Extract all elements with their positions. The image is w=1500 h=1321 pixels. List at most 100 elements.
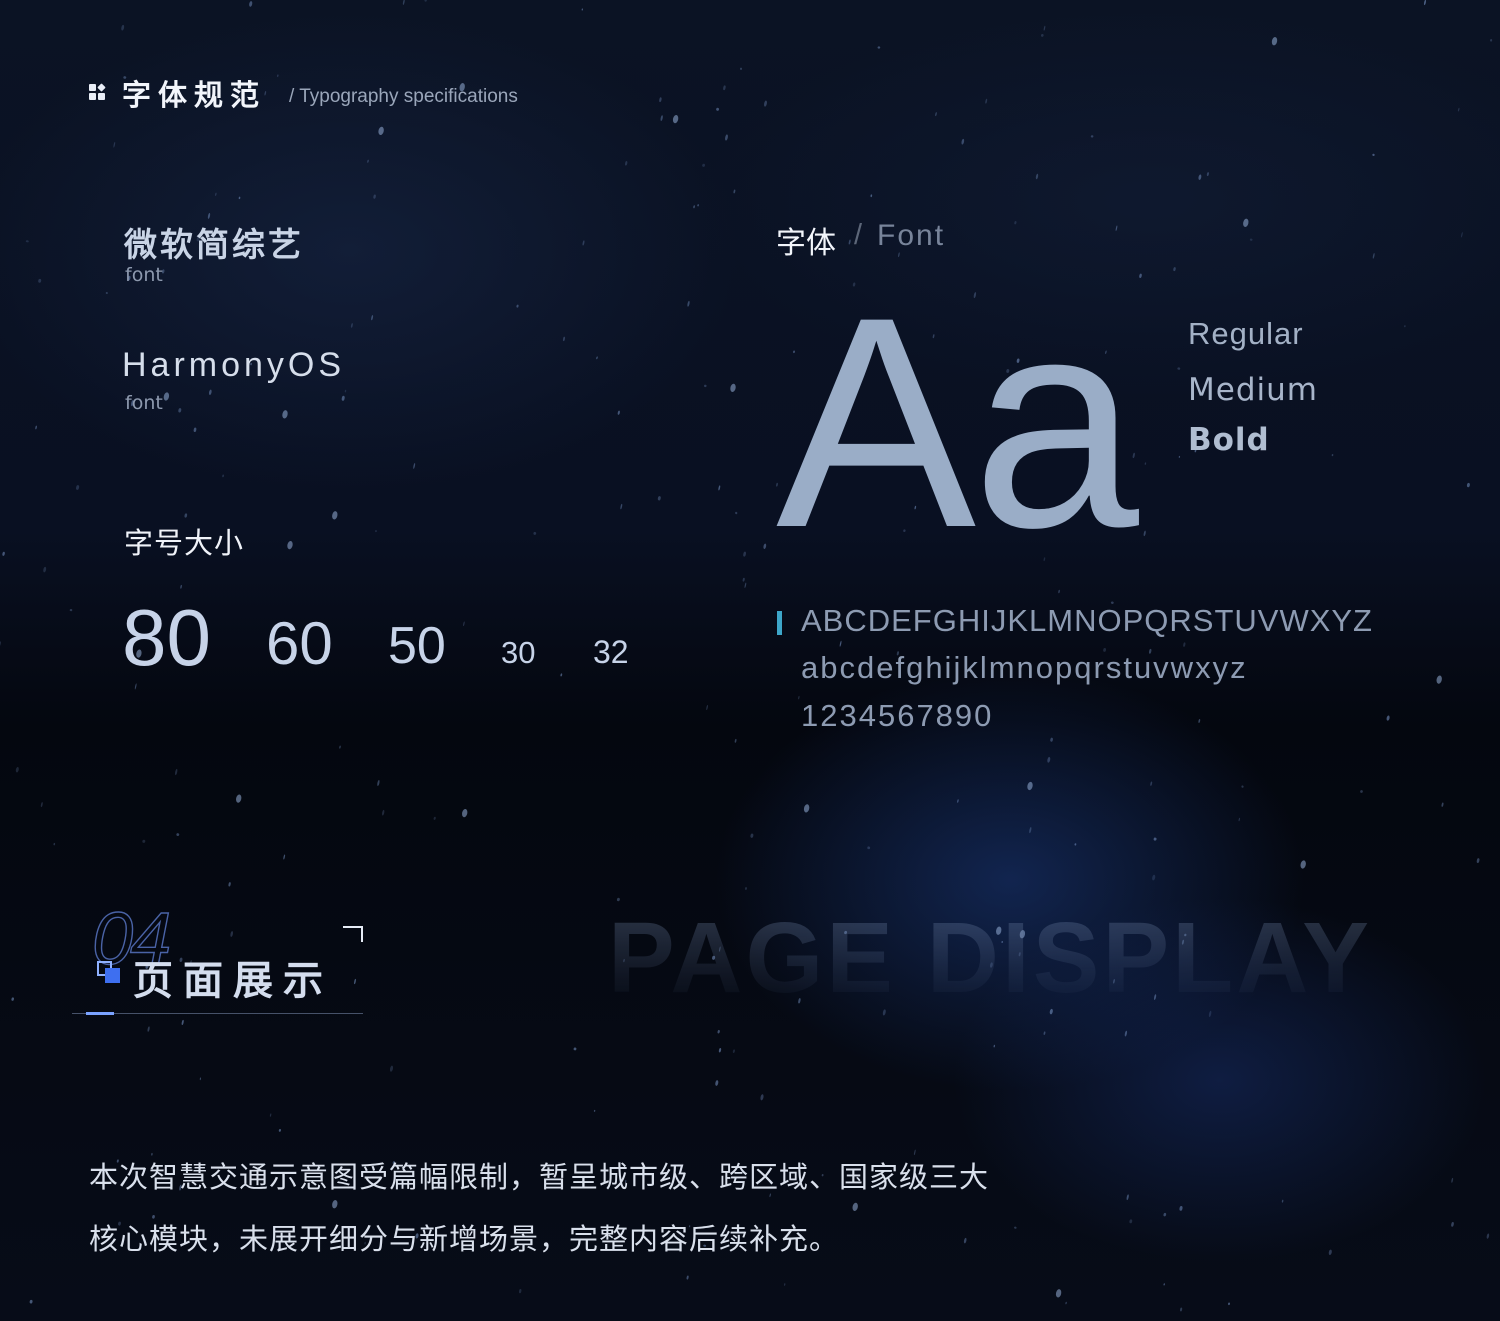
star bbox=[573, 1047, 577, 1051]
star bbox=[1206, 172, 1209, 177]
font-size-sample: 30 bbox=[501, 635, 536, 670]
square-fill-icon bbox=[105, 968, 120, 983]
grid-icon bbox=[89, 83, 107, 102]
star bbox=[693, 205, 696, 209]
star bbox=[1143, 530, 1146, 537]
star bbox=[1179, 1206, 1183, 1211]
star bbox=[732, 1049, 735, 1054]
star bbox=[43, 566, 47, 573]
star bbox=[1490, 38, 1493, 42]
star bbox=[717, 1029, 720, 1034]
star bbox=[105, 291, 108, 295]
star bbox=[734, 738, 737, 743]
star bbox=[742, 577, 745, 582]
star bbox=[113, 141, 116, 148]
font-size-sample: 50 bbox=[388, 617, 446, 675]
star bbox=[378, 126, 384, 136]
star bbox=[1436, 675, 1442, 684]
star bbox=[716, 107, 720, 111]
star bbox=[616, 897, 620, 902]
ghost-heading: PAGE DISPLAY bbox=[608, 902, 1372, 1014]
star bbox=[582, 240, 585, 246]
star bbox=[620, 503, 623, 510]
star bbox=[763, 543, 767, 550]
star bbox=[725, 134, 728, 141]
star bbox=[180, 584, 182, 589]
star bbox=[625, 161, 628, 166]
star bbox=[236, 794, 242, 803]
star bbox=[1040, 33, 1044, 37]
star bbox=[1249, 238, 1253, 241]
star bbox=[1331, 454, 1334, 457]
star bbox=[706, 704, 708, 711]
star bbox=[35, 425, 37, 430]
star bbox=[389, 1065, 394, 1072]
star bbox=[516, 304, 519, 308]
star bbox=[760, 1094, 764, 1101]
font-caption-secondary: font bbox=[125, 392, 163, 414]
specimen-glyph: Aa bbox=[776, 254, 1139, 590]
star bbox=[1476, 858, 1480, 864]
font-size-sample: 60 bbox=[266, 610, 333, 677]
star bbox=[718, 1047, 722, 1053]
star bbox=[269, 1113, 272, 1117]
description-line: 核心模块，未展开细分与新增场景，完整内容后续补充。 bbox=[89, 1222, 840, 1256]
font-name-secondary: HarmonyOS bbox=[122, 346, 346, 384]
star bbox=[11, 997, 14, 1001]
star bbox=[1090, 135, 1094, 138]
star bbox=[1058, 589, 1061, 594]
star bbox=[687, 300, 690, 307]
weight-regular: Regular bbox=[1188, 316, 1304, 351]
star bbox=[76, 485, 80, 490]
star bbox=[877, 46, 881, 49]
star bbox=[1271, 37, 1278, 46]
star bbox=[350, 323, 353, 328]
digit-set: 1234567890 bbox=[801, 698, 994, 733]
star bbox=[402, 0, 405, 5]
star bbox=[199, 1077, 202, 1081]
star bbox=[870, 194, 873, 198]
star bbox=[702, 163, 706, 167]
star bbox=[533, 531, 537, 535]
star bbox=[163, 392, 170, 401]
star bbox=[282, 410, 288, 419]
star bbox=[697, 204, 699, 207]
star bbox=[733, 189, 736, 194]
star bbox=[1372, 153, 1375, 157]
star bbox=[1152, 874, 1156, 881]
star bbox=[1360, 790, 1363, 793]
star bbox=[371, 315, 374, 321]
lowercase-alphabet: abcdefghijklmnopqrstuvwxyz bbox=[801, 650, 1248, 685]
star bbox=[277, 74, 279, 78]
star bbox=[672, 114, 679, 124]
star bbox=[1372, 253, 1375, 259]
star bbox=[433, 816, 436, 820]
star bbox=[134, 683, 137, 690]
star bbox=[750, 833, 754, 838]
star bbox=[1328, 1249, 1332, 1256]
star bbox=[283, 854, 286, 860]
weight-medium: Medium bbox=[1188, 372, 1318, 408]
star bbox=[1241, 785, 1244, 788]
accent-bar bbox=[777, 611, 782, 635]
star bbox=[1115, 225, 1118, 231]
font-label-en: Font bbox=[877, 219, 946, 252]
star bbox=[2, 551, 5, 556]
section-divider bbox=[72, 1013, 363, 1014]
uppercase-alphabet: ABCDEFGHIJKLMNOPQRSTUVWXYZ bbox=[801, 603, 1373, 638]
star bbox=[142, 839, 146, 843]
star bbox=[657, 496, 661, 501]
star bbox=[69, 608, 73, 612]
star bbox=[339, 745, 341, 749]
star bbox=[413, 462, 416, 469]
star bbox=[332, 511, 338, 520]
section-description: 本次智慧交通示意图受篇幅限制，暂呈城市级、跨区域、国家级三大 核心模块，未展开细… bbox=[89, 1146, 1089, 1270]
star bbox=[121, 24, 125, 31]
star bbox=[935, 112, 937, 117]
star bbox=[1178, 455, 1181, 458]
star bbox=[208, 389, 212, 395]
star bbox=[1281, 1199, 1284, 1203]
star bbox=[53, 842, 56, 846]
star bbox=[783, 1283, 786, 1286]
star bbox=[798, 695, 800, 700]
